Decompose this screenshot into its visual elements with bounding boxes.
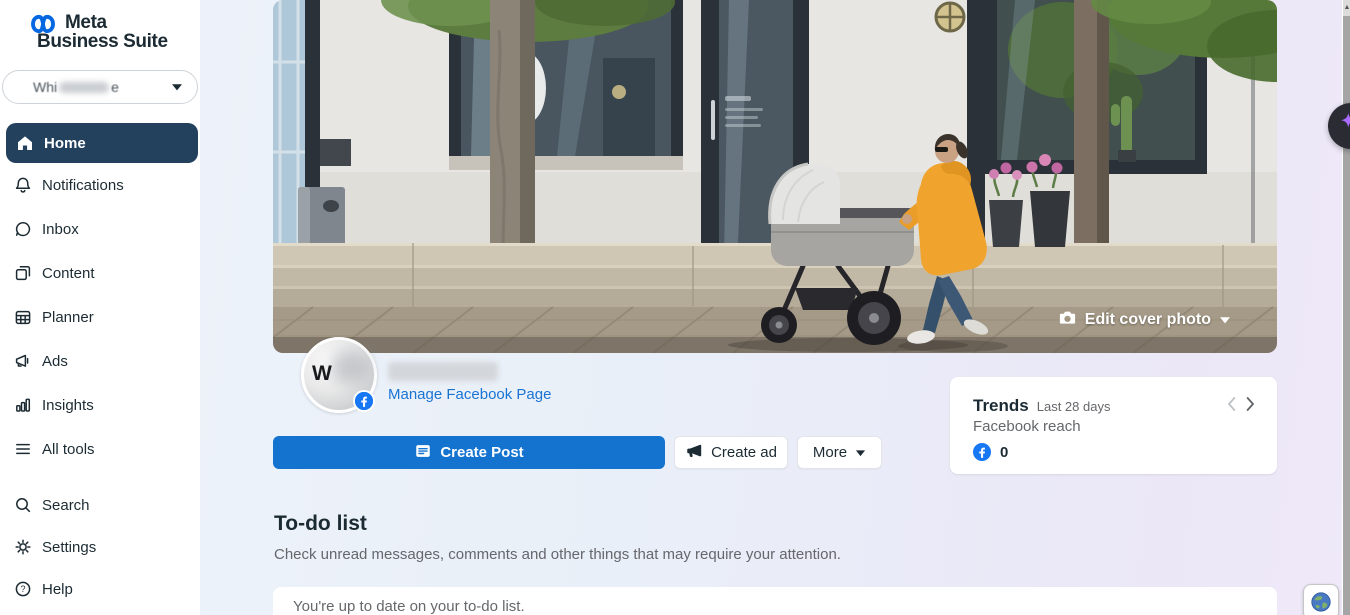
chevron-down-icon bbox=[171, 78, 183, 96]
business-name-prefix: Whi bbox=[33, 79, 57, 95]
sidebar-nav: Home Notifications Inbox bbox=[0, 123, 200, 610]
sidebar-item-notifications[interactable]: Notifications bbox=[0, 163, 200, 207]
chevron-down-icon bbox=[855, 444, 866, 461]
meta-business-suite-logo[interactable]: Meta Business Suite bbox=[0, 0, 200, 60]
avatar-letter: W bbox=[312, 362, 332, 386]
facebook-badge-icon bbox=[353, 390, 375, 412]
sidebar-item-planner[interactable]: Planner bbox=[0, 295, 200, 339]
browser-scrollbar[interactable]: ▲ bbox=[1342, 0, 1350, 615]
sidebar-item-label: Planner bbox=[42, 309, 94, 326]
todo-list-subtitle: Check unread messages, comments and othe… bbox=[274, 546, 841, 563]
sidebar-item-content[interactable]: Content bbox=[0, 251, 200, 295]
facebook-reach-count: 0 bbox=[1000, 444, 1008, 461]
sidebar: Meta Business Suite Whi e Home bbox=[0, 0, 200, 615]
bell-icon bbox=[13, 175, 33, 195]
avatar-blur-blob bbox=[330, 350, 370, 384]
create-ad-button[interactable]: Create ad bbox=[674, 436, 788, 469]
create-post-button[interactable]: Create Post bbox=[273, 436, 665, 469]
sidebar-item-insights[interactable]: Insights bbox=[0, 383, 200, 427]
content-icon bbox=[13, 263, 33, 283]
sidebar-item-label: Notifications bbox=[42, 177, 124, 194]
cover-photo: Edit cover photo bbox=[273, 0, 1277, 353]
page-avatar[interactable]: W bbox=[301, 337, 377, 413]
sidebar-item-ads[interactable]: Ads bbox=[0, 339, 200, 383]
sidebar-item-label: Help bbox=[42, 581, 73, 598]
sidebar-item-help[interactable]: ? Help bbox=[0, 568, 200, 610]
sidebar-item-label: Content bbox=[42, 265, 95, 282]
sidebar-item-all-tools[interactable]: All tools bbox=[0, 427, 200, 471]
sidebar-item-search[interactable]: Search bbox=[0, 484, 200, 526]
page-name-redacted bbox=[388, 362, 498, 381]
help-icon: ? bbox=[13, 579, 33, 599]
todo-list-card: You're up to date on your to-do list. bbox=[273, 587, 1277, 615]
search-icon bbox=[13, 495, 33, 515]
todo-empty-message: You're up to date on your to-do list. bbox=[293, 598, 1257, 615]
more-label: More bbox=[813, 444, 847, 461]
chevron-right-icon[interactable] bbox=[1246, 397, 1255, 411]
scrollbar-up-arrow[interactable]: ▲ bbox=[1343, 0, 1350, 16]
home-icon bbox=[15, 133, 35, 153]
svg-text:?: ? bbox=[20, 584, 25, 594]
edit-cover-photo-label: Edit cover photo bbox=[1085, 311, 1211, 329]
sidebar-item-label: Ads bbox=[42, 353, 68, 370]
sidebar-item-label: Inbox bbox=[42, 221, 79, 238]
more-button[interactable]: More bbox=[797, 436, 882, 469]
sidebar-item-label: Insights bbox=[42, 397, 94, 414]
sidebar-item-label: Search bbox=[42, 497, 90, 514]
ai-assistant-button[interactable] bbox=[1328, 103, 1350, 149]
sidebar-item-label: Home bbox=[44, 135, 86, 152]
calendar-icon bbox=[13, 307, 33, 327]
sidebar-item-settings[interactable]: Settings bbox=[0, 526, 200, 568]
todo-list-title: To-do list bbox=[274, 512, 367, 536]
post-icon bbox=[414, 442, 432, 464]
sidebar-item-inbox[interactable]: Inbox bbox=[0, 207, 200, 251]
edit-cover-photo-button[interactable]: Edit cover photo bbox=[1058, 308, 1231, 332]
trends-period: Last 28 days bbox=[1037, 399, 1111, 414]
sidebar-divider-gap bbox=[0, 471, 200, 484]
megaphone-icon bbox=[685, 442, 703, 464]
bar-chart-icon bbox=[13, 395, 33, 415]
manage-facebook-page-link[interactable]: Manage Facebook Page bbox=[388, 386, 551, 403]
sidebar-item-label: All tools bbox=[42, 441, 95, 458]
sparkles-icon bbox=[1338, 111, 1350, 142]
page-actions: Create Post Create ad More bbox=[273, 436, 882, 469]
sidebar-item-home[interactable]: Home bbox=[6, 123, 198, 163]
trends-card: Trends Last 28 days Facebook reach 0 bbox=[950, 377, 1277, 474]
sidebar-item-label: Settings bbox=[42, 539, 96, 556]
menu-lines-icon bbox=[13, 439, 33, 459]
globe-icon bbox=[1310, 591, 1332, 613]
create-ad-label: Create ad bbox=[711, 444, 777, 461]
business-name-redacted bbox=[59, 82, 109, 93]
megaphone-icon bbox=[13, 351, 33, 371]
trends-metric-label: Facebook reach bbox=[973, 418, 1255, 435]
translate-extension-button[interactable] bbox=[1303, 584, 1339, 615]
trends-title: Trends bbox=[973, 396, 1029, 416]
business-name-suffix: e bbox=[111, 79, 119, 95]
create-post-label: Create Post bbox=[440, 444, 523, 461]
chevron-down-icon bbox=[1219, 311, 1231, 329]
meta-business-suite-app: Meta Business Suite Whi e Home bbox=[0, 0, 1350, 615]
camera-icon bbox=[1058, 308, 1077, 332]
business-switcher-dropdown[interactable]: Whi e bbox=[2, 70, 198, 104]
cover-photo-illustration bbox=[273, 0, 1277, 353]
brand-line2: Business Suite bbox=[37, 31, 168, 53]
chevron-left-icon[interactable] bbox=[1227, 397, 1236, 411]
gear-icon bbox=[13, 537, 33, 557]
chat-bubble-icon bbox=[13, 219, 33, 239]
facebook-icon bbox=[973, 443, 991, 461]
